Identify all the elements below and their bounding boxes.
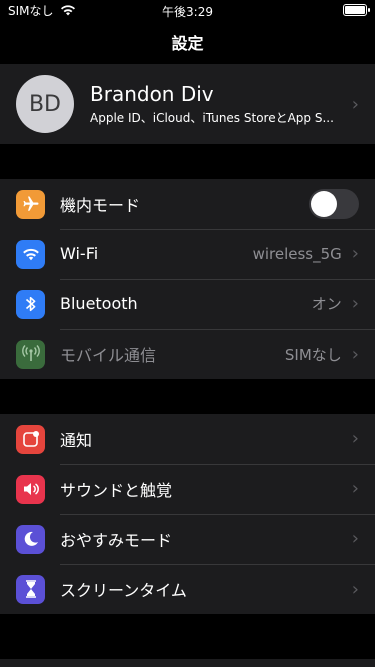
profile-text: Brandon Div Apple ID、iCloud、iTunes Store… <box>90 82 352 126</box>
section-spacer <box>0 144 375 179</box>
sounds-content: サウンドと触覚 › <box>60 464 375 515</box>
bluetooth-icon <box>16 289 45 319</box>
do-not-disturb-row[interactable]: おやすみモード › <box>0 514 375 565</box>
bluetooth-value: オン <box>311 295 342 313</box>
page-title: 設定 <box>171 34 204 53</box>
notifications-content: 通知 › <box>60 414 375 465</box>
next-section-peek <box>0 659 375 667</box>
wifi-label: Wi-Fi <box>60 244 99 263</box>
profile-group: BD Brandon Div Apple ID、iCloud、iTunes St… <box>0 64 375 144</box>
mobile-data-row[interactable]: モバイル通信 SIMなし › <box>0 329 375 379</box>
status-bar: SIMなし 午後3:29 <box>0 0 375 20</box>
wifi-row[interactable]: Wi-Fi wireless_5G › <box>0 229 375 280</box>
do-not-disturb-content: おやすみモード › <box>60 514 375 565</box>
notifications-row[interactable]: 通知 › <box>0 414 375 465</box>
screen-time-content: スクリーンタイム › <box>60 564 375 614</box>
bluetooth-row[interactable]: Bluetooth オン › <box>0 279 375 330</box>
airplane-mode-label: 機内モード <box>60 195 141 215</box>
antenna-icon <box>16 339 45 369</box>
chevron-right-icon: › <box>351 578 359 600</box>
moon-icon <box>16 524 45 554</box>
sounds-label: サウンドと触覚 <box>60 480 173 500</box>
chevron-right-icon: › <box>351 343 359 365</box>
connectivity-group: 機内モード Wi-Fi wireless_5G › Bluetooth オン › <box>0 179 375 379</box>
screen-time-row[interactable]: スクリーンタイム › <box>0 564 375 614</box>
do-not-disturb-label: おやすみモード <box>60 530 173 550</box>
screen-time-label: スクリーンタイム <box>60 581 187 600</box>
bluetooth-content: Bluetooth オン › <box>60 279 375 330</box>
avatar: BD <box>16 75 74 133</box>
airplane-mode-toggle[interactable] <box>309 188 359 219</box>
chevron-right-icon: › <box>351 243 359 264</box>
mobile-data-label: モバイル通信 <box>60 346 157 365</box>
wifi-content: Wi-Fi wireless_5G › <box>60 229 375 280</box>
airplane-mode-content: 機内モード <box>60 179 375 230</box>
status-time: 午後3:29 <box>162 5 213 19</box>
hourglass-icon <box>16 574 45 604</box>
sounds-row[interactable]: サウンドと触覚 › <box>0 464 375 515</box>
profile-subtitle: Apple ID、iCloud、iTunes StoreとApp S... <box>90 111 334 125</box>
profile-name: Brandon Div <box>90 82 214 106</box>
airplane-mode-row[interactable]: 機内モード <box>0 179 375 230</box>
profile-row[interactable]: BD Brandon Div Apple ID、iCloud、iTunes St… <box>0 64 375 144</box>
navigation-bar: 設定 <box>0 20 375 64</box>
chevron-right-icon: › <box>351 528 359 549</box>
mobile-data-value: SIMなし <box>284 345 342 364</box>
notification-icon <box>16 424 45 454</box>
mobile-data-content: モバイル通信 SIMなし › <box>60 329 375 379</box>
chevron-right-icon: › <box>351 293 359 314</box>
notifications-group: 通知 › サウンドと触覚 › おやすみモード › スクリーンタイム › <box>0 414 375 614</box>
battery-icon <box>343 4 370 16</box>
chevron-right-icon: › <box>351 93 359 115</box>
airplane-icon <box>16 189 45 219</box>
chevron-right-icon: › <box>351 428 359 449</box>
notifications-label: 通知 <box>60 430 93 450</box>
section-spacer <box>0 379 375 414</box>
sound-icon <box>16 474 45 504</box>
wifi-icon <box>16 239 45 269</box>
bluetooth-label: Bluetooth <box>60 294 138 313</box>
wifi-value: wireless_5G <box>252 244 342 263</box>
chevron-right-icon: › <box>351 478 359 499</box>
